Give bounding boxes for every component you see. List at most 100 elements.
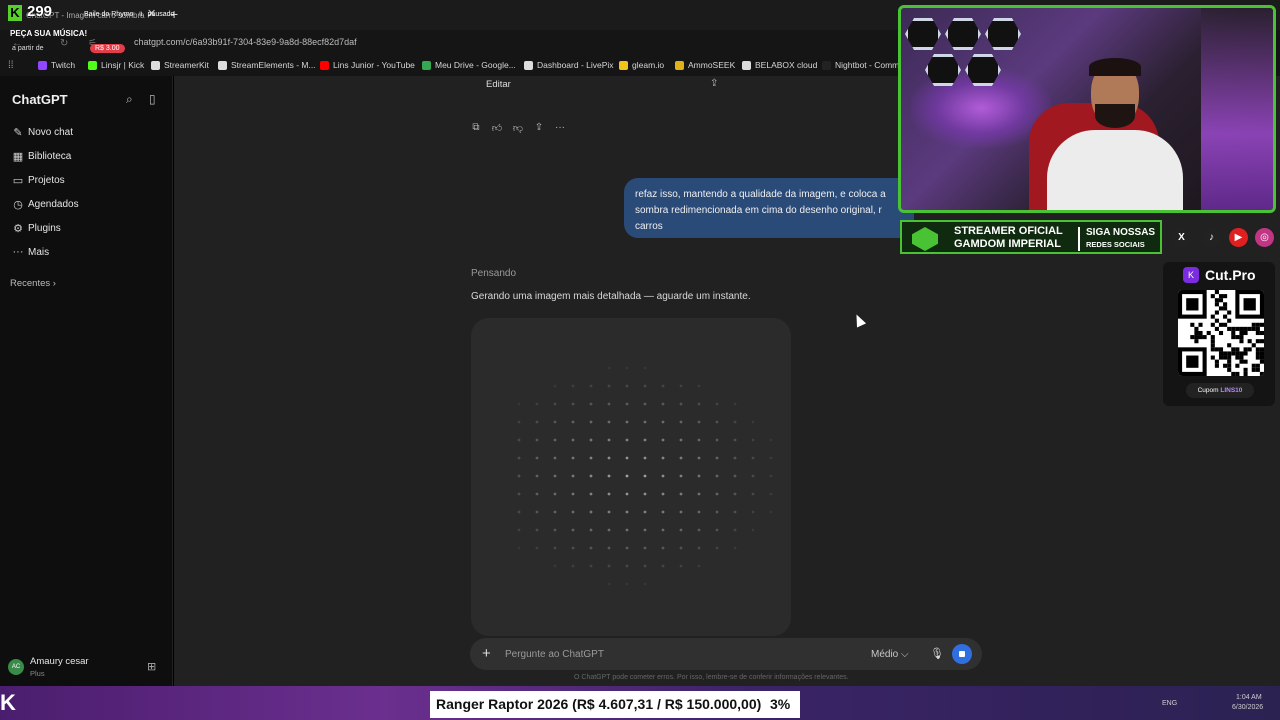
- sidebar-item-new-chat[interactable]: ✎ Novo chat: [12, 122, 73, 142]
- loading-dot: [751, 528, 755, 532]
- loading-dot: [715, 528, 719, 532]
- qr-module: [1231, 351, 1236, 356]
- bookmark-item[interactable]: Linsjr | Kick: [88, 60, 144, 70]
- url-field[interactable]: chatgpt.com/c/6a93b91f-7304-83e9-9a8d-88…: [134, 37, 357, 47]
- loading-dot: [625, 492, 629, 496]
- thumbs-up-icon[interactable]: 👍︎: [491, 122, 503, 134]
- bookmark-item[interactable]: Dashboard - LivePix: [524, 60, 614, 70]
- scheduled-icon: ◷: [13, 198, 23, 211]
- microphone-icon[interactable]: 🎙︎: [930, 647, 944, 660]
- sidebar-item-more[interactable]: ··· Mais: [12, 242, 50, 262]
- qr-module: [1223, 306, 1228, 311]
- reload-icon[interactable]: ↻: [60, 38, 68, 49]
- cutpro-logo-icon: K: [1183, 267, 1199, 283]
- model-selector[interactable]: Médio ⌵: [871, 649, 909, 660]
- search-icon[interactable]: ⌕: [126, 92, 140, 106]
- stop-generation-button[interactable]: [952, 644, 972, 664]
- bookmark-item[interactable]: Twitch: [38, 60, 75, 70]
- qr-module: [1255, 326, 1260, 331]
- coupon-label: Cupom: [1197, 387, 1219, 394]
- bookmark-favicon-icon: [619, 60, 628, 70]
- x-icon[interactable]: X: [1172, 228, 1191, 247]
- sidebar-item-scheduled[interactable]: ◷ Agendados: [12, 194, 78, 214]
- sidebar-item-projects[interactable]: ▭ Projetos: [12, 170, 65, 190]
- bookmark-label: gleam.io: [632, 60, 665, 70]
- qr-module: [1259, 371, 1264, 376]
- qr-module: [1210, 322, 1215, 327]
- edit-button[interactable]: Editar: [486, 79, 511, 90]
- instagram-icon[interactable]: ◎: [1255, 228, 1274, 247]
- user-profile[interactable]: AC Amaury cesar Plus ⊞: [8, 654, 168, 680]
- sidebar-toggle-icon[interactable]: ▯: [149, 92, 163, 106]
- qr-module: [1214, 347, 1219, 352]
- prompt-input[interactable]: Pergunte ao ChatGPT: [505, 649, 604, 660]
- loading-dot: [589, 510, 593, 514]
- hexagon-shelf: [905, 18, 941, 50]
- pause-icon: ॥: [138, 11, 143, 18]
- loading-dot: [625, 546, 629, 550]
- bookmark-item[interactable]: Meu Drive - Google...: [422, 60, 516, 70]
- loading-dot: [517, 546, 521, 550]
- loading-dot: [679, 528, 683, 532]
- qr-module: [1227, 310, 1232, 315]
- thinking-label[interactable]: Pensando: [471, 268, 516, 279]
- more-icon[interactable]: ···: [554, 122, 566, 134]
- loading-dot: [697, 492, 701, 496]
- bookmark-item[interactable]: Nightbot - Comm: [822, 60, 899, 70]
- apps-grid-icon[interactable]: ⁞⁞: [8, 60, 14, 71]
- qr-module: [1190, 335, 1195, 340]
- qr-module: [1255, 339, 1260, 344]
- attach-plus-icon[interactable]: +: [482, 645, 491, 662]
- qr-module: [1247, 326, 1252, 331]
- bookmark-item[interactable]: StreamerKit: [151, 60, 209, 70]
- loading-dot: [571, 384, 575, 388]
- qr-module: [1255, 322, 1260, 327]
- sidebar-item-plugins[interactable]: ⚙ Plugins: [12, 218, 61, 238]
- invite-icon[interactable]: ⊞: [147, 660, 156, 673]
- loading-dot: [679, 510, 683, 514]
- loading-dot: [643, 420, 647, 424]
- copy-icon[interactable]: ⧉: [470, 122, 482, 134]
- bookmark-label: Dashboard - LivePix: [537, 60, 614, 70]
- qr-module: [1214, 359, 1219, 364]
- loading-dot: [679, 384, 683, 388]
- qr-module: [1210, 335, 1215, 340]
- ticker-percent: 3%: [770, 696, 791, 712]
- bookmark-label: Nightbot - Comm: [835, 60, 900, 70]
- thumbs-down-icon[interactable]: 👎︎: [512, 122, 524, 134]
- loading-dot: [607, 384, 611, 388]
- bookmark-item[interactable]: BELABOX cloud: [742, 60, 817, 70]
- tiktok-icon[interactable]: ♪: [1202, 228, 1221, 247]
- loading-dot: [661, 438, 665, 442]
- bookmark-item[interactable]: AmmoSEEK: [675, 60, 735, 70]
- bookmark-item[interactable]: gleam.io: [619, 60, 664, 70]
- app-title[interactable]: ChatGPT: [12, 92, 68, 107]
- qr-module: [1223, 314, 1228, 319]
- qr-module: [1235, 326, 1240, 331]
- loading-dot: [697, 402, 701, 406]
- qr-module: [1235, 335, 1240, 340]
- loading-dot: [769, 492, 773, 496]
- language-indicator[interactable]: ENG: [1162, 700, 1177, 707]
- bookmark-item[interactable]: StreamElements - M...: [218, 60, 316, 70]
- loading-dot: [571, 402, 575, 406]
- qr-module: [1235, 351, 1240, 356]
- share-message-icon[interactable]: ⇪: [533, 122, 545, 134]
- chat-composer: + Pergunte ao ChatGPT Médio ⌵ 🎙︎: [470, 638, 982, 670]
- bookmark-item[interactable]: Lins Junior - YouTube: [320, 60, 415, 70]
- qr-module: [1259, 322, 1264, 327]
- recentes-section[interactable]: Recentes ›: [10, 278, 56, 289]
- loading-dot: [553, 492, 557, 496]
- loading-dot: [679, 420, 683, 424]
- loading-dot: [607, 492, 611, 496]
- loading-dot: [625, 528, 629, 532]
- youtube-icon[interactable]: ▶: [1229, 228, 1248, 247]
- overlay-price-badge: R$ 3.00: [90, 44, 125, 53]
- streamer-body: [1047, 130, 1183, 210]
- share-icon[interactable]: ⇪: [710, 78, 718, 89]
- avatar: AC: [8, 659, 24, 675]
- sidebar-item-library[interactable]: ▦ Biblioteca: [12, 146, 72, 166]
- loading-dot: [535, 438, 539, 442]
- streamer-hair: [1089, 58, 1141, 76]
- loading-dot: [733, 528, 737, 532]
